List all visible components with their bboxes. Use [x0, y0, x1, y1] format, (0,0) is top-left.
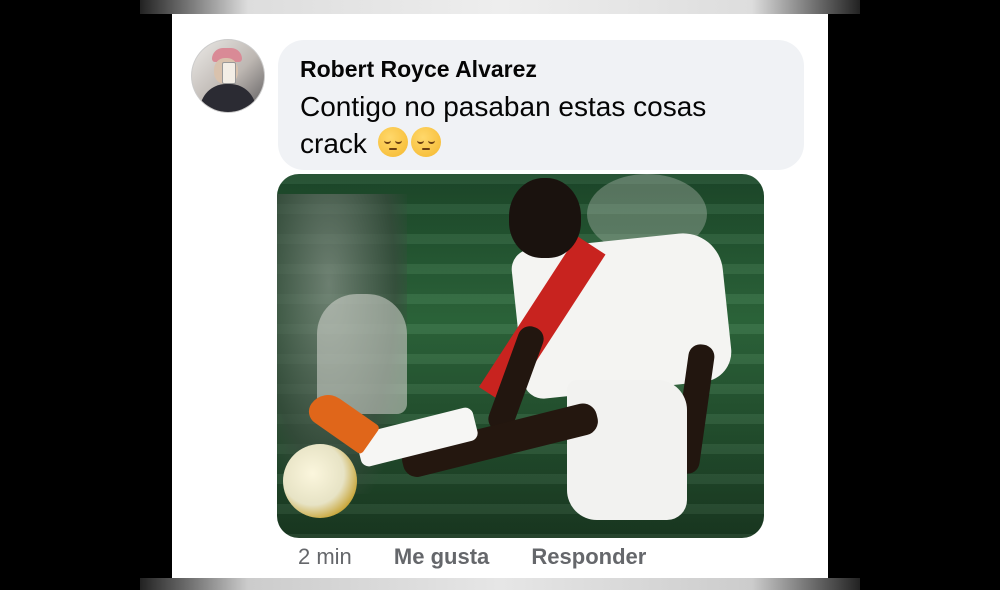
pensive-face-icon: [410, 127, 441, 157]
comment-text-line2: crack: [300, 128, 367, 159]
avatar[interactable]: [192, 40, 264, 112]
comment-meta-row: 2 min Me gusta Responder: [298, 544, 646, 570]
comment-text-line1: Contigo no pasaban estas cosas: [300, 91, 707, 122]
comment-photo-attachment[interactable]: [277, 174, 764, 538]
pensive-face-icon: [377, 127, 408, 157]
bottom-edge-strip: [140, 578, 860, 590]
reply-button[interactable]: Responder: [531, 544, 646, 570]
comment-panel: Robert Royce Alvarez Contigo no pasaban …: [172, 14, 828, 578]
avatar-phone: [222, 62, 236, 84]
comment-bubble: Robert Royce Alvarez Contigo no pasaban …: [278, 40, 804, 170]
photo-player-head: [509, 178, 581, 258]
photo-player-shorts: [567, 380, 687, 520]
comment-timestamp[interactable]: 2 min: [298, 544, 352, 570]
like-button[interactable]: Me gusta: [394, 544, 489, 570]
photo-football: [283, 444, 357, 518]
emoji-group: [375, 127, 441, 166]
top-edge-strip: [140, 0, 860, 14]
comment-text: Contigo no pasaban estas cosas crack: [300, 88, 770, 166]
comment-author-name[interactable]: Robert Royce Alvarez: [300, 56, 537, 83]
